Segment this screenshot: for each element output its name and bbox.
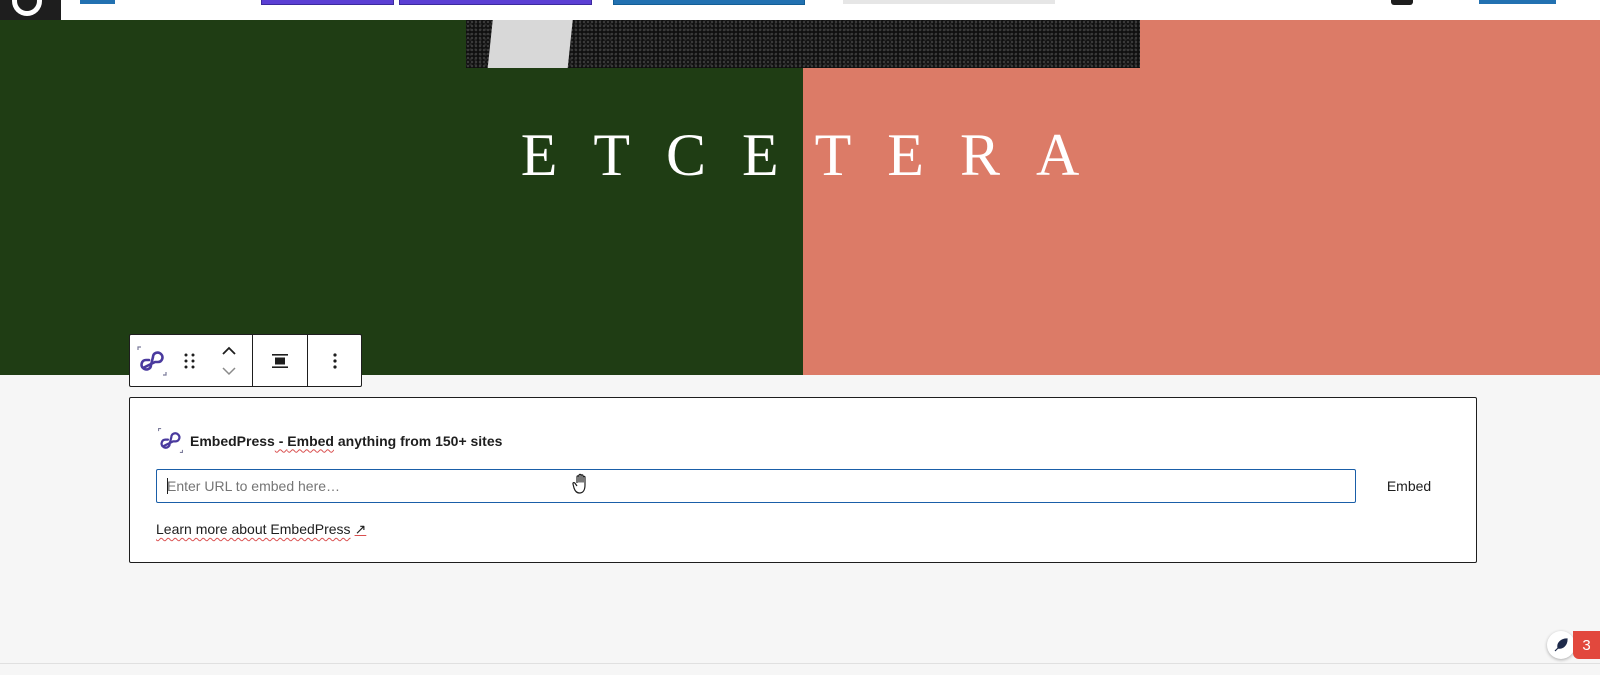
hand-cursor-icon — [572, 473, 586, 494]
wordpress-logo-button[interactable] — [0, 0, 61, 20]
align-center-icon — [272, 353, 288, 368]
block-type-button[interactable] — [132, 335, 172, 386]
embed-header: EmbedPress - Embed anything from 150+ si… — [156, 426, 502, 455]
block-toolbar — [129, 334, 362, 387]
text-caret — [167, 478, 168, 494]
embed-title-rest: anything from 150+ sites — [333, 432, 503, 449]
toolbar-purple-button-2[interactable] — [399, 0, 592, 5]
road-stripe — [486, 20, 574, 68]
wordpress-logo-icon — [12, 0, 42, 16]
block-inserter-button[interactable] — [80, 0, 115, 4]
cover-right-panel — [803, 20, 1600, 375]
block-toolbar-group-options — [308, 335, 361, 386]
chevron-up-icon — [222, 346, 236, 355]
chevron-down-icon — [222, 366, 236, 375]
move-up-button[interactable] — [217, 341, 241, 361]
footer-divider — [0, 663, 1600, 664]
document-title-bar[interactable] — [843, 0, 1055, 4]
embed-title-embed: Embed — [287, 432, 334, 449]
learn-more-link[interactable]: Learn more about EmbedPress ↗ — [156, 521, 366, 538]
embed-title: EmbedPress - Embed anything from 150+ si… — [190, 433, 502, 449]
learn-more-label: Learn more about EmbedPress — [156, 521, 351, 537]
grammarly-button[interactable] — [1547, 631, 1575, 659]
align-button[interactable] — [260, 341, 300, 381]
drag-handle-icon — [184, 353, 195, 368]
site-title[interactable]: ETCETERA — [0, 120, 1600, 190]
block-options-button[interactable] — [317, 341, 353, 381]
drag-handle-button[interactable] — [172, 335, 208, 386]
block-toolbar-group-align — [253, 335, 308, 386]
block-toolbar-group-main — [130, 335, 253, 386]
move-buttons — [208, 335, 250, 386]
notification-count-badge[interactable]: 3 — [1573, 631, 1600, 659]
editor-top-bar — [0, 0, 1600, 20]
more-vertical-icon — [332, 352, 337, 369]
cover-photo — [466, 20, 1140, 68]
grammarly-feather-icon — [1554, 638, 1568, 652]
embed-url-input[interactable] — [156, 469, 1356, 503]
cover-left-panel — [0, 20, 803, 375]
external-link-icon: ↗ — [354, 521, 367, 537]
toolbar-purple-button-1[interactable] — [261, 0, 394, 5]
embed-title-brand: EmbedPress — [190, 432, 275, 449]
settings-icon[interactable] — [1391, 0, 1413, 5]
publish-button[interactable] — [1479, 0, 1556, 4]
toolbar-blue-button[interactable] — [613, 0, 805, 5]
embed-title-sep: - — [274, 432, 288, 449]
embed-button[interactable]: Embed — [1367, 470, 1451, 502]
move-down-button[interactable] — [217, 361, 241, 381]
embedpress-logo-icon — [137, 345, 167, 376]
embedpress-block[interactable]: EmbedPress - Embed anything from 150+ si… — [129, 397, 1477, 563]
cover-block[interactable]: ETCETERA — [0, 20, 1600, 375]
embedpress-logo-icon — [158, 428, 183, 453]
